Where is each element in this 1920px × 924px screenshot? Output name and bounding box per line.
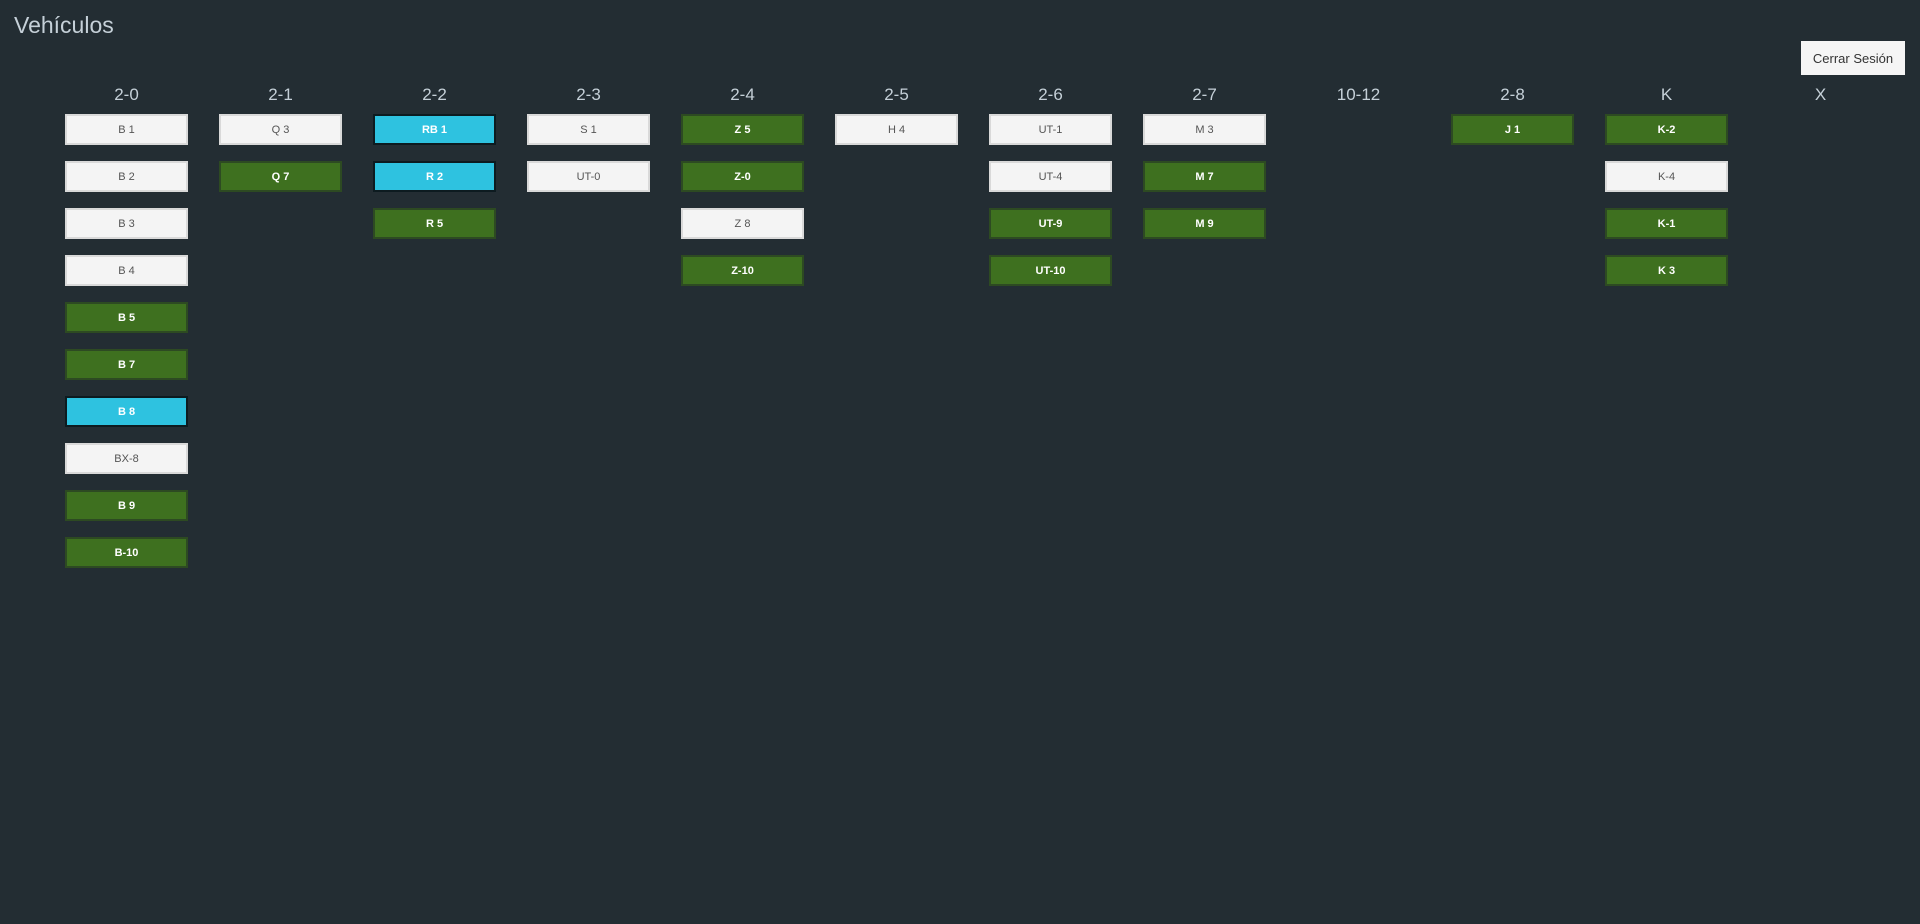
vehicle-button[interactable]: M 3 bbox=[1143, 114, 1266, 145]
vehicle-button[interactable]: Z-0 bbox=[681, 161, 804, 192]
column-header: 2-7 bbox=[1192, 85, 1217, 104]
vehicle-column: 2-5 H 4 bbox=[835, 84, 958, 584]
vehicle-button[interactable]: B 4 bbox=[65, 255, 188, 286]
column-header: 2-1 bbox=[268, 85, 293, 104]
page-title: Vehículos bbox=[14, 12, 114, 38]
vehicle-column: 10-12 bbox=[1297, 84, 1420, 584]
vehicle-button[interactable]: Q 3 bbox=[219, 114, 342, 145]
vehicle-list: J 1 bbox=[1451, 114, 1574, 161]
vehicle-button[interactable]: Z 8 bbox=[681, 208, 804, 239]
vehicle-column: 2-3 S 1 UT-0 bbox=[527, 84, 650, 584]
vehicle-list: B 1 B 2 B 3 B 4 B 5 B 7 B 8 BX-8 B 9 B-10 bbox=[65, 114, 188, 584]
vehicle-button[interactable]: S 1 bbox=[527, 114, 650, 145]
column-header: K bbox=[1660, 85, 1673, 104]
column-header: 2-6 bbox=[1038, 85, 1063, 104]
vehicle-button[interactable]: UT-0 bbox=[527, 161, 650, 192]
vehicle-list: Q 3 Q 7 bbox=[219, 114, 342, 208]
vehicle-column: 2-7 M 3 M 7 M 9 bbox=[1143, 84, 1266, 584]
vehicle-button[interactable]: B 2 bbox=[65, 161, 188, 192]
vehicle-button[interactable]: UT-9 bbox=[989, 208, 1112, 239]
vehicle-button[interactable]: RB 1 bbox=[373, 114, 496, 145]
column-header: 2-8 bbox=[1500, 85, 1525, 104]
vehicle-button[interactable]: UT-4 bbox=[989, 161, 1112, 192]
vehicle-list: M 3 M 7 M 9 bbox=[1143, 114, 1266, 255]
vehicle-button[interactable]: Z-10 bbox=[681, 255, 804, 286]
vehicle-board: 2-0 B 1 B 2 B 3 B 4 B 5 B 7 B 8 BX-8 B 9 B-10 2-1 Q … bbox=[65, 84, 1913, 584]
vehicle-column: 2-4 Z 5 Z-0 Z 8 Z-10 bbox=[681, 84, 804, 584]
vehicle-list: Z 5 Z-0 Z 8 Z-10 bbox=[681, 114, 804, 302]
logout-button[interactable]: Cerrar Sesión bbox=[1801, 41, 1905, 75]
vehicle-button[interactable]: R 2 bbox=[373, 161, 496, 192]
vehicle-button[interactable]: B 3 bbox=[65, 208, 188, 239]
vehicle-button[interactable]: K 3 bbox=[1605, 255, 1728, 286]
vehicle-button[interactable]: M 7 bbox=[1143, 161, 1266, 192]
vehicle-button[interactable]: H 4 bbox=[835, 114, 958, 145]
vehicle-button[interactable]: UT-1 bbox=[989, 114, 1112, 145]
vehicle-list: UT-1 UT-4 UT-9 UT-10 bbox=[989, 114, 1112, 302]
column-header: X bbox=[1814, 85, 1827, 104]
column-header: 2-3 bbox=[576, 85, 601, 104]
vehicle-button[interactable]: B 7 bbox=[65, 349, 188, 380]
vehicle-column: 2-1 Q 3 Q 7 bbox=[219, 84, 342, 584]
vehicle-button[interactable]: J 1 bbox=[1451, 114, 1574, 145]
vehicle-column: K K-2 K-4 K-1 K 3 bbox=[1605, 84, 1728, 584]
vehicle-button[interactable]: B 8 bbox=[65, 396, 188, 427]
vehicle-column: X bbox=[1759, 84, 1882, 584]
vehicle-button[interactable]: B 5 bbox=[65, 302, 188, 333]
vehicle-button[interactable]: B-10 bbox=[65, 537, 188, 568]
vehicle-column: 2-2 RB 1 R 2 R 5 bbox=[373, 84, 496, 584]
column-header: 2-2 bbox=[422, 85, 447, 104]
vehicle-button[interactable]: Z 5 bbox=[681, 114, 804, 145]
vehicle-column: 2-0 B 1 B 2 B 3 B 4 B 5 B 7 B 8 BX-8 B 9 B-10 bbox=[65, 84, 188, 584]
column-header: 10-12 bbox=[1336, 85, 1381, 104]
vehicle-button[interactable]: B 9 bbox=[65, 490, 188, 521]
vehicle-column: 2-6 UT-1 UT-4 UT-9 UT-10 bbox=[989, 84, 1112, 584]
vehicle-button[interactable]: K-1 bbox=[1605, 208, 1728, 239]
vehicle-list: H 4 bbox=[835, 114, 958, 161]
vehicle-button[interactable]: B 1 bbox=[65, 114, 188, 145]
vehicle-button[interactable]: BX-8 bbox=[65, 443, 188, 474]
vehicle-button[interactable]: K-4 bbox=[1605, 161, 1728, 192]
vehicle-button[interactable]: UT-10 bbox=[989, 255, 1112, 286]
vehicle-list: RB 1 R 2 R 5 bbox=[373, 114, 496, 255]
vehicle-column: 2-8 J 1 bbox=[1451, 84, 1574, 584]
column-header: 2-0 bbox=[114, 85, 139, 104]
vehicle-button[interactable]: Q 7 bbox=[219, 161, 342, 192]
column-header: 2-4 bbox=[730, 85, 755, 104]
vehicle-list: K-2 K-4 K-1 K 3 bbox=[1605, 114, 1728, 302]
vehicle-button[interactable]: R 5 bbox=[373, 208, 496, 239]
vehicle-button[interactable]: K-2 bbox=[1605, 114, 1728, 145]
vehicle-button[interactable]: M 9 bbox=[1143, 208, 1266, 239]
column-header: 2-5 bbox=[884, 85, 909, 104]
vehicle-list: S 1 UT-0 bbox=[527, 114, 650, 208]
